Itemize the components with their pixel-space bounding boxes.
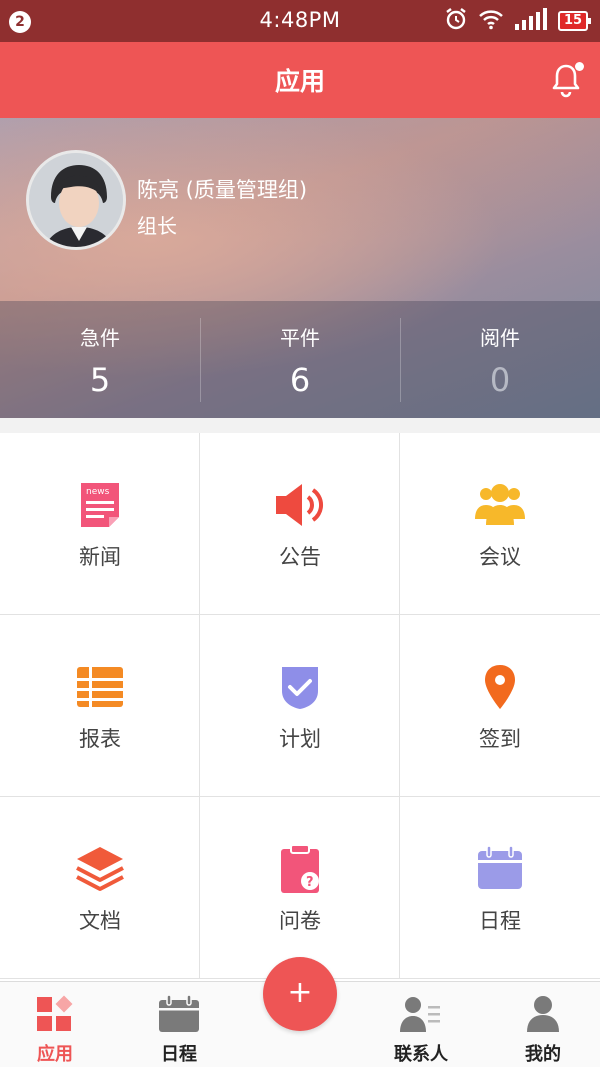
app-grid: news 新闻 公告 会议 报表 计划 签到 文档 ? 问卷 日程: [0, 433, 600, 981]
stat-value: 6: [289, 361, 311, 399]
bell-icon[interactable]: [548, 62, 584, 98]
add-button[interactable]: +: [263, 957, 337, 1031]
profile-role: 组长: [137, 214, 177, 238]
apps-grid-icon: [34, 994, 76, 1034]
stat-label: 阅件: [480, 326, 520, 350]
app-tile-label: 公告: [279, 545, 321, 569]
nav-label: 我的: [525, 1044, 561, 1065]
page-title: 应用: [274, 67, 325, 96]
calendar-icon: [474, 843, 526, 895]
app-tile-label: 会议: [479, 545, 521, 569]
app-tile-label: 新闻: [79, 545, 121, 569]
stat-normal[interactable]: 平件 6: [200, 314, 400, 410]
notification-dot: [575, 62, 584, 71]
megaphone-icon: [274, 479, 326, 531]
battery-icon: 15: [558, 11, 591, 31]
status-bar: 2 4:48PM 15: [0, 0, 600, 42]
app-tile-label: 问卷: [279, 909, 321, 933]
nav-label: 联系人: [394, 1044, 448, 1065]
calendar-icon: [158, 994, 200, 1034]
contacts-icon: [400, 994, 442, 1034]
location-pin-icon: [474, 661, 526, 713]
stat-label: 平件: [280, 326, 320, 350]
news-icon: news: [74, 479, 126, 531]
app-tile-label: 报表: [79, 727, 121, 751]
nav-schedule[interactable]: 日程: [124, 982, 234, 1067]
stat-read[interactable]: 阅件 0: [400, 314, 600, 410]
app-tile-label: 日程: [479, 909, 521, 933]
nav-label: 日程: [161, 1044, 197, 1065]
nav-contacts[interactable]: 联系人: [366, 982, 476, 1067]
app-tile-meeting[interactable]: 会议: [400, 433, 600, 615]
app-tile-announcement[interactable]: 公告: [200, 433, 400, 615]
app-tile-label: 文档: [79, 909, 121, 933]
stat-urgent[interactable]: 急件 5: [0, 314, 200, 410]
clipboard-question-icon: ?: [274, 843, 326, 895]
nav-profile[interactable]: 我的: [488, 982, 598, 1067]
app-tile-label: 签到: [479, 727, 521, 751]
stat-value: 5: [89, 361, 111, 399]
alarm-icon: [444, 7, 468, 35]
nav-label: 应用: [37, 1044, 73, 1065]
app-tile-document[interactable]: 文档: [0, 797, 200, 979]
app-tile-report[interactable]: 报表: [0, 615, 200, 797]
people-icon: [474, 479, 526, 531]
app-header: 应用: [0, 42, 600, 118]
svg-text:?: ?: [306, 875, 314, 890]
report-list-icon: [74, 661, 126, 713]
person-icon: [522, 994, 564, 1034]
app-tile-plan[interactable]: 计划: [200, 615, 400, 797]
stat-label: 急件: [80, 326, 120, 350]
wifi-icon: [478, 8, 504, 34]
profile-banner: 陈亮 (质量管理组) 组长 急件 5 平件 6 阅件 0: [0, 118, 600, 418]
status-icons: 15: [444, 7, 591, 35]
app-tile-checkin[interactable]: 签到: [400, 615, 600, 797]
app-tile-label: 计划: [279, 727, 321, 751]
svg-text:news: news: [86, 487, 110, 497]
plan-check-icon: [274, 661, 326, 713]
avatar[interactable]: [26, 150, 126, 250]
profile-name: 陈亮 (质量管理组): [137, 178, 308, 202]
layers-icon: [74, 843, 126, 895]
app-tile-news[interactable]: news 新闻: [0, 433, 200, 615]
nav-apps[interactable]: 应用: [0, 982, 110, 1067]
app-tile-schedule[interactable]: 日程: [400, 797, 600, 979]
app-tile-survey[interactable]: ? 问卷: [200, 797, 400, 979]
stat-value: 0: [489, 361, 511, 399]
signal-icon: [514, 8, 548, 34]
